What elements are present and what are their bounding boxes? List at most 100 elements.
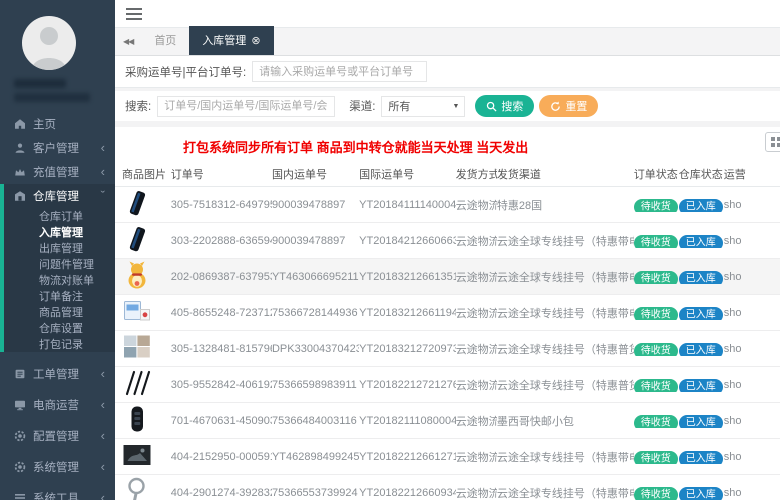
sidebar-subitem[interactable]: 物流对账单 [0,272,115,288]
purchase-filter-label: 采购运单号|平台订单号: [125,66,247,79]
tab-bar: ◀◀ 首页 入库管理 ⊗ [115,26,780,56]
warehouse-icon [14,190,26,202]
platform-cell: sho [723,306,742,319]
channel-select-value: 所有 [388,101,411,113]
chevron-left-icon: ‹ [100,365,105,381]
ship-channel-cell: 云途全球专线挂号（特惠带电） [496,451,634,464]
tabs-container: 首页 入库管理 ⊗ [141,26,274,55]
top-navbar [115,0,780,28]
order-no-cell: 404-2901274-3928327 [170,486,272,499]
sidebar-item-label: 系统管理 [33,461,79,474]
sidebar-item-8[interactable]: 系统工具 ‹ [0,482,115,500]
recharge-icon [14,166,26,178]
search-input[interactable] [157,95,336,117]
chevron-left-icon: ‹ [100,458,105,474]
sidebar-item-4[interactable]: 工单管理 ‹ [0,358,115,389]
order-status-badge: 待收货 [633,414,678,428]
sidebar-item-label: 电商运营 [33,399,79,412]
table-row: 405-8655248-7237124 75366728144936 YT201… [115,295,780,331]
sidebar-item-0[interactable]: 主页 [0,112,115,136]
intl-waybill-cell: YT2018321266135177 [359,270,456,283]
ship-method-cell: 云途物流 [455,415,497,428]
sidebar-item-5[interactable]: 电商运营 ‹ [0,389,115,420]
warehouse-status-badge: 已入库 [678,342,723,356]
column-header-0: 商品图片 [122,169,166,181]
sidebar-toggle-icon[interactable] [126,7,142,20]
blue-box-product[interactable] [122,296,152,326]
sidebar-item-6[interactable]: 配置管理 ‹ [0,420,115,451]
table-row: 701-4670631-4509033 75366484003116 YT201… [115,403,780,439]
search-icon [487,101,497,112]
sidebar-subitem[interactable]: 出库管理 [0,240,115,256]
table-row: 404-2152950-0005918 YT4628984992455 YT20… [115,439,780,475]
loupe-product[interactable] [122,476,152,500]
sidebar-item-3[interactable]: 仓库管理 ˇ [0,184,115,208]
dark-photo-product[interactable] [122,440,152,470]
tab-label: 首页 [154,35,177,47]
domestic-waybill-cell: YT4630666952112 [271,270,360,283]
column-header-7: 仓库状态 [678,169,723,181]
ship-channel-cell: 云途全球专线挂号（特惠带电） [496,235,634,248]
order-no-cell: 305-7518312-6497952 [170,198,272,211]
tools-icon [14,492,26,500]
sidebar-item-2[interactable]: 充值管理 ‹ [0,160,115,184]
avatar [22,16,76,70]
black-keyfob-product[interactable] [122,404,152,434]
platform-cell: sho [723,414,742,427]
sidebar-subitem[interactable]: 商品管理 [0,304,115,320]
channel-select[interactable]: 所有 ▼ [381,95,466,117]
domestic-waybill-cell: 75366484003116 [271,414,357,427]
username-redacted [14,79,66,88]
sidebar-item-label: 配置管理 [33,430,79,443]
sidebar-subitem[interactable]: 订单备注 [0,288,115,304]
table-row: 305-9552842-4061929 75366598983911 YT201… [115,367,780,403]
reset-button[interactable]: 重置 [539,95,599,117]
intl-waybill-cell: YT2018321266119403 [359,306,456,319]
table-row: 404-2901274-3928327 75366553739924 YT201… [115,475,780,500]
sidebar-subitem[interactable]: 仓库订单 [0,208,115,224]
table-body: 305-7518312-6497952 900039478897 YT20184… [115,187,780,500]
intl-waybill-cell: YT2018411114000469 [359,198,456,211]
search-button[interactable]: 搜索 [475,95,535,117]
table-row: 305-1328481-8157960 DPK330043704233 YT20… [115,331,780,367]
warehouse-status-badge: 已入库 [678,306,723,320]
ship-method-cell: 云途物流 [455,235,497,248]
ship-channel-cell: 云途全球专线挂号（特惠带电） [496,307,634,320]
sidebar-subitem[interactable]: 问题件管理 [0,256,115,272]
chevron-left-icon: ‹ [100,489,105,500]
chevron-left-icon: ‹ [100,427,105,443]
order-status-badge: 待收货 [633,198,678,212]
purchase-waybill-input[interactable] [252,61,428,82]
order-status-badge: 待收货 [633,270,678,284]
sidebar-item-1[interactable]: 客户管理 ‹ [0,136,115,160]
chevron-left-icon: ‹ [100,396,105,412]
tab-0[interactable]: 首页 [141,26,189,55]
sidebar-item-7[interactable]: 系统管理 ‹ [0,451,115,482]
photo-collage-product[interactable] [122,332,152,362]
tab-close-icon[interactable]: ⊗ [251,34,260,47]
sidebar-subitem-active[interactable]: 入库管理 [0,224,115,240]
sidebar-subitem[interactable]: 仓库设置 [0,320,115,336]
intl-waybill-cell: YT2018421266066390 [359,234,456,247]
sidebar-item-label: 充值管理 [33,167,79,179]
three-pens-product[interactable] [122,368,152,398]
tabs-scroll-left-icon[interactable]: ◀◀ [115,37,141,46]
lucky-cat-product[interactable] [122,260,152,290]
column-header-8: 运营 [723,169,746,181]
platform-cell: sho [723,270,742,283]
active-group-accent-bar [0,184,4,352]
domestic-waybill-cell: 900039478897 [271,198,346,211]
domestic-waybill-cell: DPK330043704233 [271,342,360,355]
platform-cell: sho [723,198,742,211]
config-icon [14,430,26,442]
refresh-icon [551,101,561,111]
black-phone-product[interactable] [122,224,152,254]
tab-1-active[interactable]: 入库管理 ⊗ [189,26,274,55]
ship-channel-cell: 云途全球专线挂号（特惠普货） [496,379,634,392]
sidebar-subitem[interactable]: 打包记录 [0,336,115,352]
main-area: ◀◀ 首页 入库管理 ⊗ 采购运单号|平台订单号: 搜索: 渠道: 所有 ▼ 搜索 [115,0,780,500]
purchase-filter-row: 采购运单号|平台订单号: [115,56,780,88]
black-phone-product[interactable] [122,188,152,218]
search-label: 搜索: [125,101,152,113]
table-settings-button[interactable] [765,132,780,152]
